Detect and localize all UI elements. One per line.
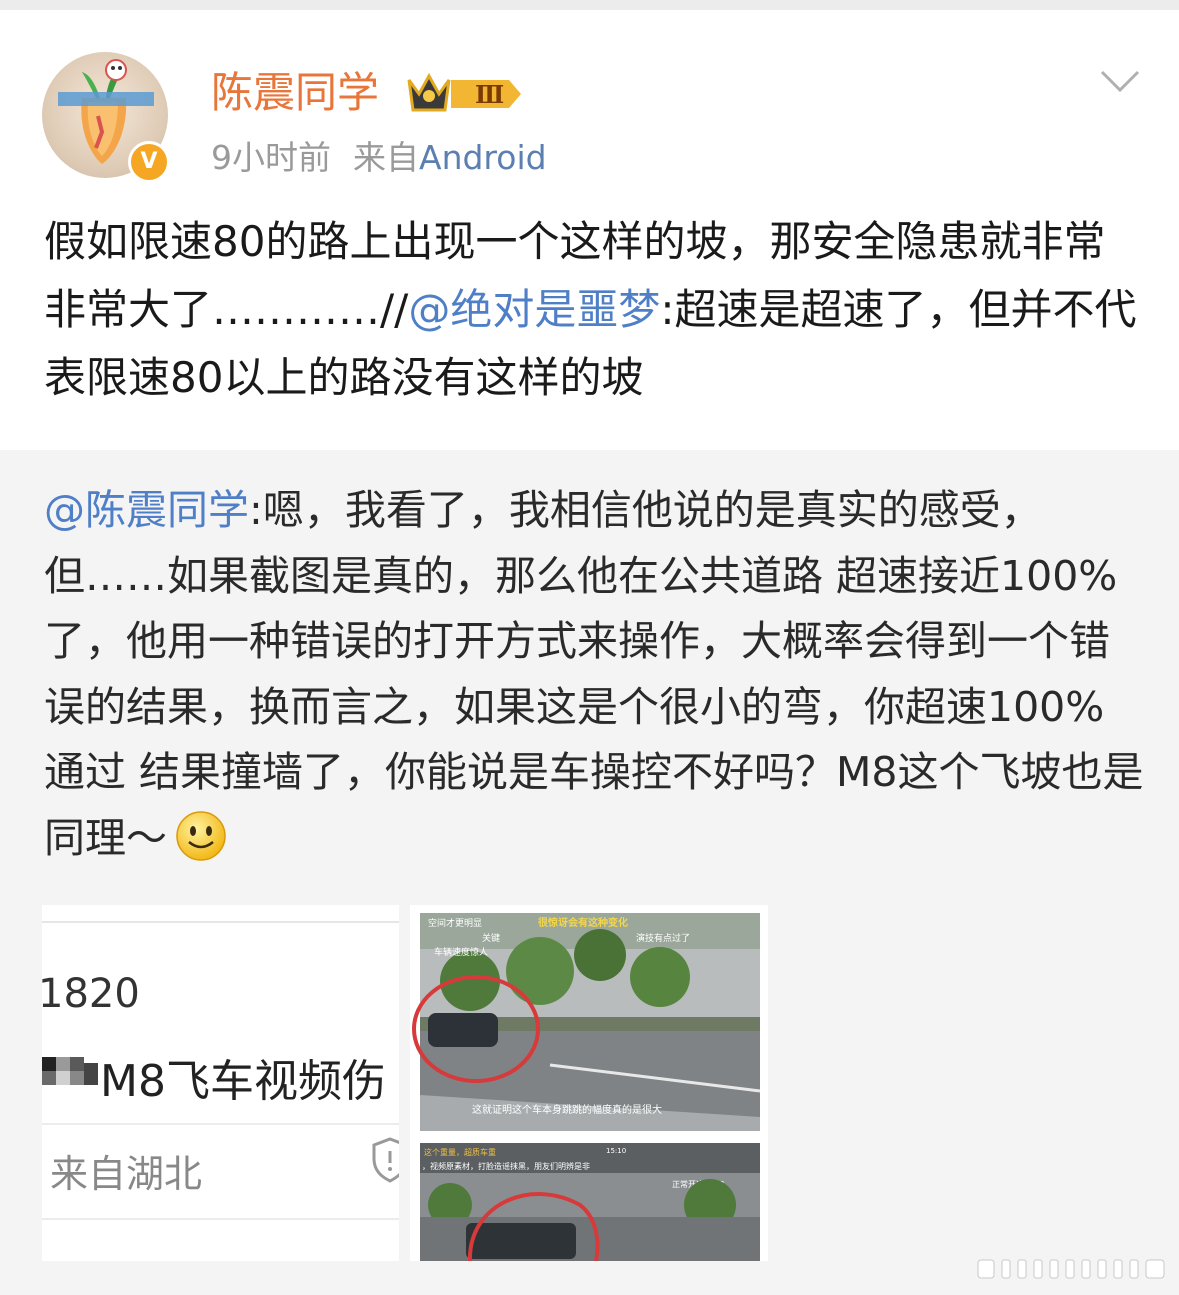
post-time: 9小时前 [211, 138, 331, 177]
divider [42, 1123, 399, 1125]
username[interactable]: 陈震同学 [211, 66, 379, 120]
image-2-caption-right: 演技有点过了 [636, 932, 690, 944]
image-2-caption-left: 空间才更明显 [428, 917, 482, 929]
image-1-location: 来自湖北 [50, 1152, 203, 1196]
top-band [0, 0, 1179, 10]
image-2-caption-center: 很惊讶会有这种变化 [537, 916, 628, 929]
retweet-text: @陈震同学:嗯，我看了，我相信他说的是真实的感受，但……如果截图是真的，那么他在… [44, 478, 1144, 871]
image-2-time: 15:10 [606, 1147, 626, 1155]
image-1-title: M8飞车视频伤 [100, 1056, 386, 1107]
retweet-image-2[interactable]: 空间才更明显 很惊讶会有这种变化 关键 车辆速度惊人 演技有点过了 这就证明这个… [410, 905, 768, 1261]
watermark-bars [977, 1259, 1165, 1279]
shield-icon [372, 1137, 399, 1183]
smile-emoji-icon [176, 810, 226, 861]
level-badge-text: Ⅲ [475, 80, 504, 109]
divider [42, 1218, 399, 1220]
image-2-bottom-caption: ，视频原素材，打脸造谣抹黑，朋友们明辨是非 [422, 1161, 590, 1171]
mention-link[interactable]: @绝对是噩梦 [408, 285, 660, 334]
chevron-down-icon[interactable] [1098, 66, 1142, 96]
video-screenshot: 空间才更明显 很惊讶会有这种变化 关键 车辆速度惊人 演技有点过了 这就证明这个… [410, 905, 768, 1261]
mosaic-blur [42, 1057, 98, 1085]
retweet-text-body: :嗯，我看了，我相信他说的是真实的感受，但……如果截图是真的，那么他在公共道路 … [44, 486, 1144, 862]
crown-icon[interactable]: Ⅲ [405, 70, 523, 116]
source-prefix: 来自 [353, 138, 419, 177]
image-2-bottom-caption-top: 这个重量，超质车重 [424, 1147, 496, 1157]
image-2-caption-mid1: 关键 [482, 932, 500, 944]
verified-badge: V [128, 141, 170, 183]
retweet-mention-link[interactable]: @陈震同学 [44, 486, 249, 534]
retweet-image-1[interactable]: 1820 M8飞车视频伤 来自湖北 [42, 905, 399, 1261]
image-2-caption-mid2: 车辆速度惊人 [434, 946, 488, 958]
source-link[interactable]: Android [419, 138, 547, 177]
image-1-number: 1820 [42, 971, 140, 1017]
post-text: 假如限速80的路上出现一个这样的坡，那安全隐患就非常非常大了…………//@绝对是… [44, 208, 1139, 412]
divider [42, 921, 399, 923]
image-2-subtitle: 这就证明这个车本身跳跳的幅度真的是很大 [472, 1103, 662, 1116]
post-meta: 9小时前 来自Android [211, 136, 547, 180]
verified-badge-label: V [140, 149, 158, 174]
